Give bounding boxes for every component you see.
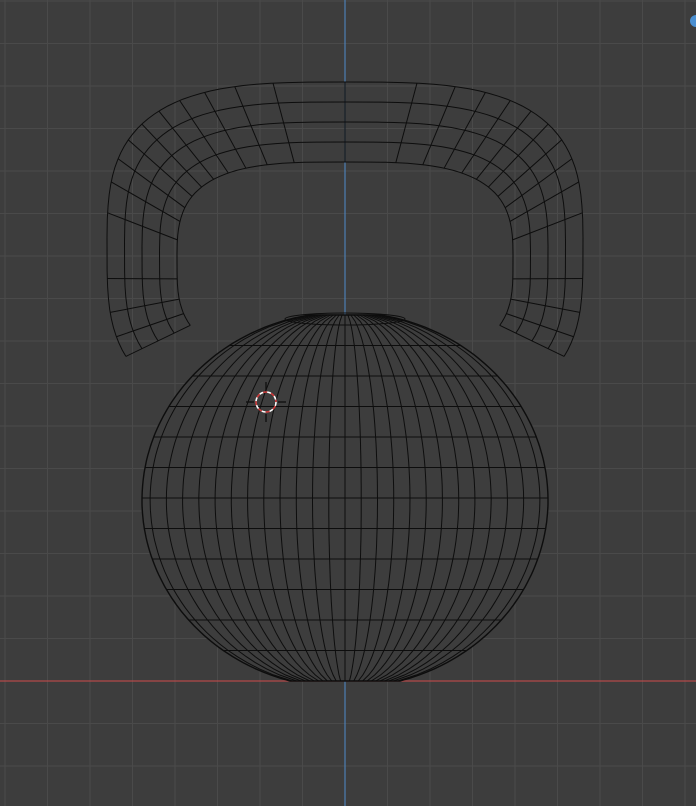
viewport-canvas[interactable] — [0, 0, 696, 806]
bell-body-wireframe[interactable] — [141, 312, 549, 682]
navigation-gizmo-icon[interactable] — [690, 15, 696, 27]
3d-viewport[interactable] — [0, 0, 696, 806]
